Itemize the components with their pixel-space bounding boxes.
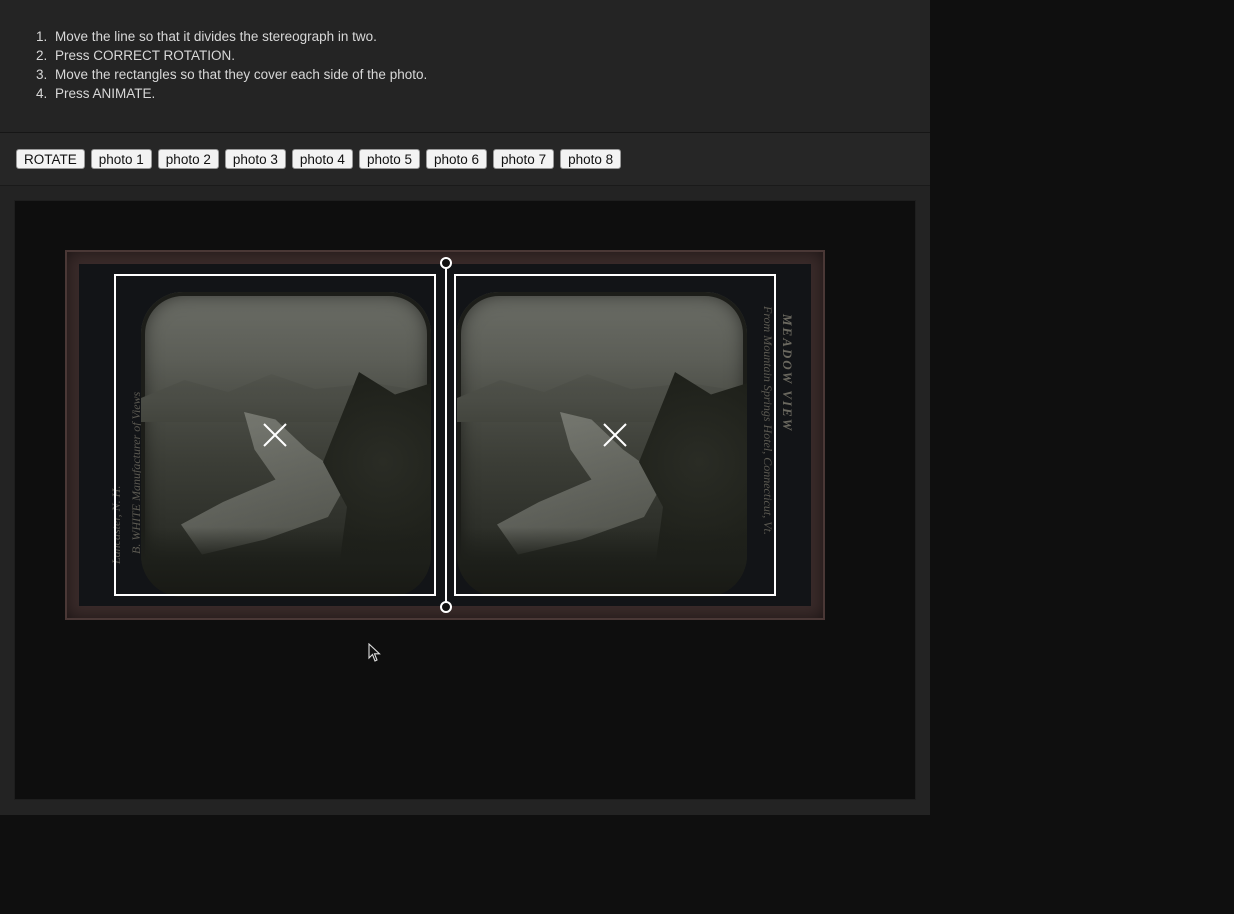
editor-canvas[interactable]: Lancaster, N. H. B. WHITE Manufacturer o…: [15, 201, 915, 799]
left-crop-rectangle[interactable]: [114, 274, 436, 596]
photo-4-button[interactable]: photo 4: [291, 149, 353, 169]
photo-3-button[interactable]: photo 3: [224, 149, 286, 169]
instructions-panel: 1. Move the line so that it divides the …: [0, 0, 930, 133]
divider-top-handle-icon[interactable]: [440, 257, 452, 269]
right-crop-rectangle[interactable]: [454, 274, 776, 596]
photo-8-button[interactable]: photo 8: [560, 149, 622, 169]
step-number: 3.: [36, 67, 48, 82]
step-number: 4.: [36, 86, 48, 101]
toolbar-buttons: ROTATE photo 1 photo 2 photo 3 photo 4 p…: [16, 149, 622, 169]
step-text: Press CORRECT ROTATION.: [55, 48, 236, 63]
rotate-button[interactable]: ROTATE: [16, 149, 85, 169]
photo-2-button[interactable]: photo 2: [157, 149, 219, 169]
step-text: Move the line so that it divides the ste…: [55, 29, 377, 44]
step-text: Press ANIMATE.: [55, 86, 156, 101]
photo-5-button[interactable]: photo 5: [358, 149, 420, 169]
right-crop-move-icon[interactable]: [602, 422, 628, 448]
instruction-step: 1. Move the line so that it divides the …: [36, 27, 427, 46]
step-number: 1.: [36, 29, 48, 44]
divider-bottom-handle-icon[interactable]: [440, 601, 452, 613]
toolbar: ROTATE photo 1 photo 2 photo 3 photo 4 p…: [0, 133, 930, 186]
photo-7-button[interactable]: photo 7: [493, 149, 555, 169]
app-window: 1. Move the line so that it divides the …: [0, 0, 930, 815]
divider-line[interactable]: [440, 257, 452, 613]
step-number: 2.: [36, 48, 48, 63]
instructions-list: 1. Move the line so that it divides the …: [36, 27, 427, 103]
divider-line-stroke[interactable]: [445, 263, 447, 607]
photo-6-button[interactable]: photo 6: [425, 149, 488, 169]
photo-1-button[interactable]: photo 1: [90, 149, 152, 169]
photo-title-text: MEADOW VIEW: [780, 314, 795, 433]
mouse-pointer-icon: [368, 643, 381, 662]
instruction-step: 2. Press CORRECT ROTATION.: [36, 46, 427, 65]
step-text: Move the rectangles so that they cover e…: [55, 67, 428, 82]
left-crop-move-icon[interactable]: [262, 422, 288, 448]
instruction-step: 3. Move the rectangles so that they cove…: [36, 65, 427, 84]
instruction-step: 4. Press ANIMATE.: [36, 84, 427, 103]
